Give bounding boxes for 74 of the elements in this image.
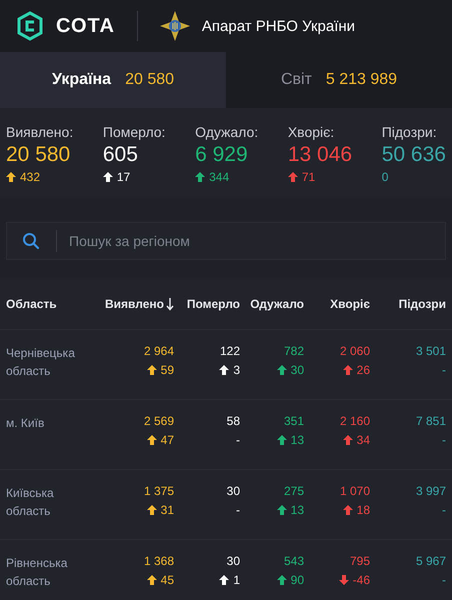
table-cell: 7 851 bbox=[416, 414, 446, 428]
cell-change: -46 bbox=[338, 573, 370, 587]
stat-change: 0 bbox=[382, 170, 390, 184]
cell-change: 45 bbox=[146, 573, 174, 587]
column-header[interactable]: Хворіє bbox=[304, 296, 370, 310]
region-name: Чернівецька область bbox=[6, 345, 76, 380]
cell-change: 13 bbox=[276, 433, 304, 447]
region-name: Рівненська область bbox=[6, 555, 68, 590]
stat-label: Померло: bbox=[102, 124, 166, 140]
table-cell: 122 bbox=[220, 344, 240, 358]
region-name: Київська область bbox=[6, 485, 55, 520]
column-header[interactable]: Підозри bbox=[370, 296, 446, 310]
stat-label: Одужало: bbox=[195, 124, 258, 140]
stat-change: 344 bbox=[195, 170, 258, 184]
table-cell: 543 bbox=[284, 554, 304, 568]
table-cell: 3 997 bbox=[416, 484, 446, 498]
cell-change: 3 bbox=[219, 363, 240, 377]
stat-label: Виявлено: bbox=[6, 124, 74, 140]
cell-change: 59 bbox=[146, 363, 174, 377]
organization-name: Апарат РНБО України bbox=[202, 18, 356, 34]
search-icon bbox=[22, 232, 40, 250]
table-cell: 2 060 bbox=[340, 344, 370, 358]
column-header[interactable]: Одужало bbox=[240, 296, 304, 310]
table-cell: 2 160 bbox=[340, 414, 370, 428]
cell-change: 26 bbox=[342, 363, 370, 377]
cell-change: 13 bbox=[276, 503, 304, 517]
sort-arrow-icon bbox=[166, 296, 174, 310]
stat-value: 6 929 bbox=[195, 143, 249, 167]
stat-value: 605 bbox=[102, 143, 139, 167]
stat-value: 50 636 bbox=[382, 143, 446, 167]
stat-change: 17 bbox=[102, 170, 166, 184]
stat-value: 13 046 bbox=[288, 143, 352, 167]
column-header[interactable]: Померло bbox=[174, 296, 240, 310]
column-header[interactable]: Область bbox=[6, 296, 100, 310]
table-cell: 30 bbox=[226, 484, 240, 498]
table-cell: 275 bbox=[284, 484, 304, 498]
stat-change: 71 bbox=[288, 170, 352, 184]
table-cell: 1 070 bbox=[340, 484, 370, 498]
stat-value: 20 580 bbox=[6, 143, 72, 167]
table-cell: 30 bbox=[226, 554, 240, 568]
cell-change: 90 bbox=[276, 573, 304, 587]
cell-change: 18 bbox=[342, 503, 370, 517]
table-cell: 782 bbox=[284, 344, 304, 358]
stat-label: Підозри: bbox=[382, 124, 438, 140]
table-cell: 2 964 bbox=[144, 344, 174, 358]
column-header[interactable]: Виявлено bbox=[100, 296, 174, 310]
cell-change: 47 bbox=[146, 433, 174, 447]
cell-change: - bbox=[442, 433, 446, 447]
region-tab[interactable]: Світ 5 213 989 bbox=[226, 52, 452, 108]
cell-change: 1 bbox=[219, 573, 240, 587]
search-field[interactable]: Пошук за регіоном bbox=[6, 222, 446, 260]
table-cell: 58 bbox=[226, 414, 240, 428]
cell-change: - bbox=[236, 433, 240, 447]
cell-change: 34 bbox=[342, 433, 370, 447]
table-cell: 351 bbox=[284, 414, 304, 428]
table-cell: 2 569 bbox=[144, 414, 174, 428]
table-cell: 5 967 bbox=[416, 554, 446, 568]
table-cell: 1 375 bbox=[144, 484, 174, 498]
emblem-icon bbox=[160, 11, 190, 41]
hexagon-logo-icon bbox=[16, 11, 44, 41]
stat-label: Хворіє: bbox=[288, 124, 336, 140]
region-tab[interactable]: Україна 20 580 bbox=[0, 52, 226, 108]
region-name: м. Київ bbox=[6, 415, 46, 432]
cell-change: 31 bbox=[146, 503, 174, 517]
cell-change: - bbox=[442, 503, 446, 517]
table-cell: 1 368 bbox=[144, 554, 174, 568]
cell-change: - bbox=[236, 503, 240, 517]
table-cell: 3 501 bbox=[416, 344, 446, 358]
brand-name: СОТА bbox=[56, 14, 115, 38]
cell-change: - bbox=[442, 573, 446, 587]
cell-change: - bbox=[442, 363, 446, 377]
stat-change: 432 bbox=[6, 170, 74, 184]
cell-change: 30 bbox=[276, 363, 304, 377]
table-cell: 795 bbox=[350, 554, 370, 568]
